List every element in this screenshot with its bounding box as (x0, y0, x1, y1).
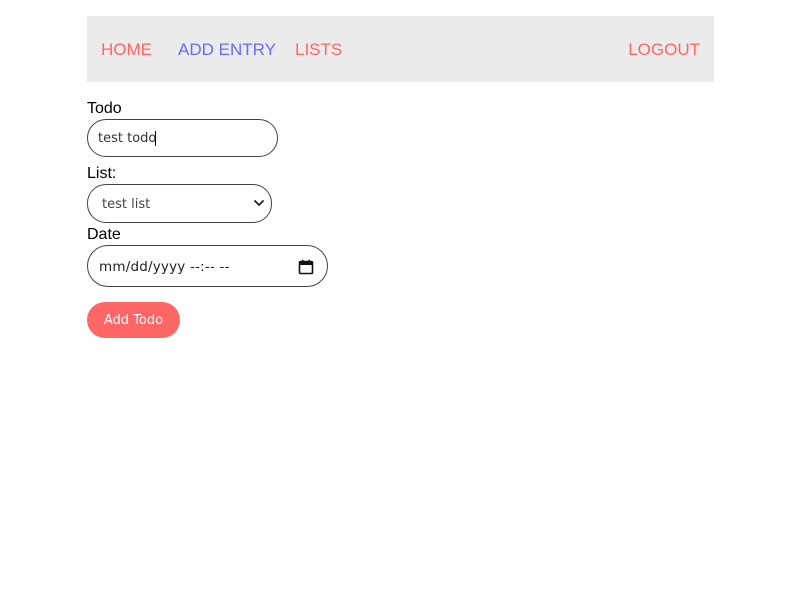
navbar: HOME ADD ENTRY LISTS LOGOUT (87, 16, 714, 82)
list-select[interactable]: test list (87, 184, 272, 223)
nav-home-link[interactable]: HOME (101, 40, 152, 60)
todo-label: Todo (87, 100, 122, 117)
date-label: Date (87, 226, 121, 243)
nav-add-entry-link[interactable]: ADD ENTRY (178, 40, 276, 60)
nav-lists-link[interactable]: LISTS (295, 40, 342, 60)
todo-input[interactable]: test todo (87, 119, 278, 157)
todo-input-value: test todo (98, 130, 157, 146)
list-select-value: test list (102, 197, 151, 212)
text-cursor (155, 130, 157, 146)
calendar-icon[interactable] (298, 259, 314, 275)
add-todo-button[interactable]: Add Todo (87, 302, 180, 338)
list-label: List: (87, 165, 117, 182)
date-input[interactable]: mm/dd/yyyy --:-- -- (87, 245, 328, 287)
chevron-down-icon (254, 200, 264, 206)
nav-logout-link[interactable]: LOGOUT (628, 40, 700, 60)
date-input-placeholder: mm/dd/yyyy --:-- -- (99, 259, 230, 275)
